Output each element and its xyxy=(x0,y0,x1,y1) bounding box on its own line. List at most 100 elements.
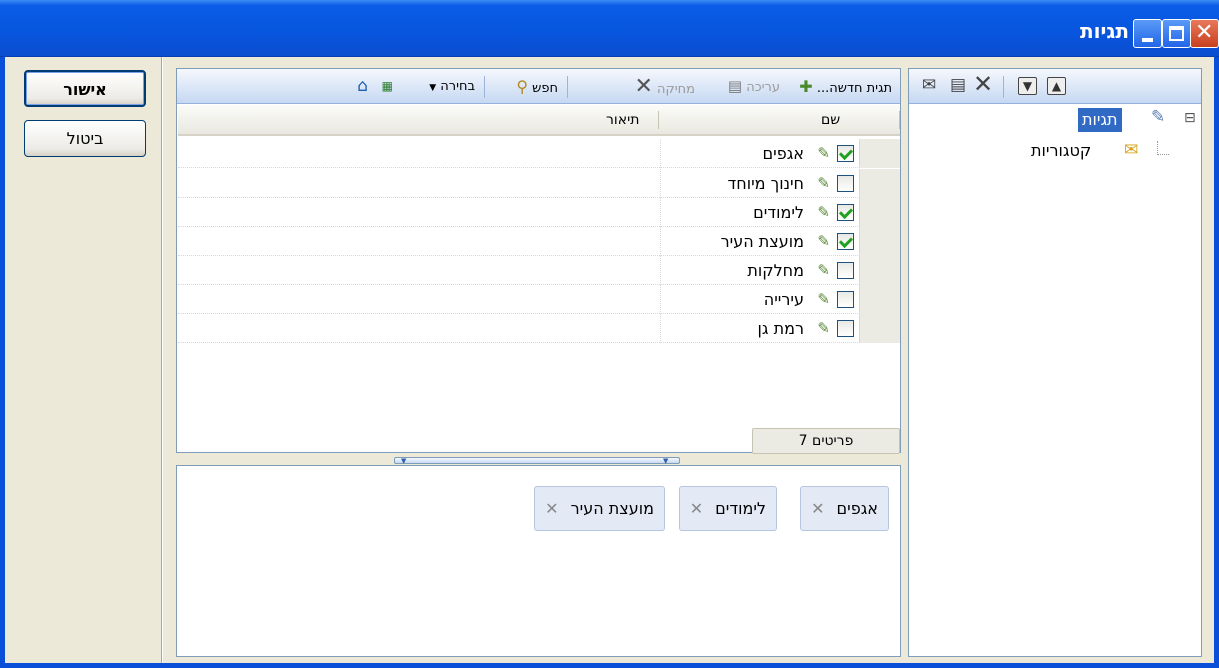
list-toolbar: תגית חדשה... ✚ עריכה ▤ מחיקה ✕ חפש ⚲ בחי… xyxy=(177,69,900,104)
list-header: שם תיאור xyxy=(178,105,900,136)
close-icon[interactable]: ✕ xyxy=(690,499,703,518)
name-cell: ✎ חינוך מיוחד xyxy=(660,169,858,198)
edit-icon[interactable]: ▤ xyxy=(948,75,968,95)
tag-add-icon: ✚ xyxy=(799,77,813,96)
table-row[interactable]: ✎ עירייה xyxy=(178,285,900,314)
row-selector[interactable] xyxy=(859,198,900,227)
delete-icon[interactable]: ✕ xyxy=(973,72,993,96)
row-selector[interactable] xyxy=(859,256,900,285)
delete-label: מחיקה xyxy=(657,82,695,97)
panel-splitter[interactable]: ▼ ▼ xyxy=(394,457,680,465)
table-row[interactable]: ✎ חינוך מיוחד xyxy=(178,169,900,198)
tag-icon: ✎ xyxy=(1151,107,1166,127)
table-row[interactable]: ✎ רמת גן xyxy=(178,314,900,343)
columns-icon[interactable]: ▦ xyxy=(382,69,393,104)
select-label: בחירה xyxy=(440,79,475,94)
chevron-down-icon: ▼ xyxy=(663,457,669,465)
name-cell: ✎ לימודים xyxy=(660,198,858,227)
close-icon[interactable]: ✕ xyxy=(545,499,558,518)
row-name: אגפים xyxy=(762,144,804,163)
cancel-button[interactable]: ביטול xyxy=(24,120,146,157)
selected-tag-chip[interactable]: לימודים ✕ xyxy=(678,486,777,531)
row-name: מחלקות xyxy=(747,261,804,280)
row-checkbox[interactable] xyxy=(837,175,854,192)
toolbar-separator xyxy=(567,76,568,98)
move-up-icon[interactable]: ▲ xyxy=(1047,77,1066,95)
tree-item-categories[interactable]: קטגוריות xyxy=(1031,141,1091,160)
row-checkbox[interactable] xyxy=(837,320,854,337)
toolbar-separator xyxy=(484,76,485,98)
tag-icon: ✎ xyxy=(817,232,830,250)
chevron-down-icon: ▼ xyxy=(401,457,407,465)
selected-tag-chip[interactable]: מועצת העיר ✕ xyxy=(534,486,665,531)
row-name: מועצת העיר xyxy=(720,232,804,251)
close-button[interactable]: ✕ xyxy=(1190,19,1219,48)
row-name: חינוך מיוחד xyxy=(727,174,804,193)
new-tag-button[interactable]: תגית חדשה... ✚ xyxy=(799,69,892,104)
window-frame: תגיות ✕ אישור ביטול תגית חדשה... ✚ עריכה… xyxy=(0,0,1219,668)
search-button[interactable]: חפש ⚲ xyxy=(516,69,558,104)
move-down-icon[interactable]: ▼ xyxy=(1018,77,1037,95)
minimize-button[interactable] xyxy=(1133,19,1162,48)
row-checkbox[interactable] xyxy=(837,262,854,279)
close-icon[interactable]: ✕ xyxy=(811,499,824,518)
row-checkbox[interactable] xyxy=(837,233,854,250)
add-tag-icon[interactable]: ✉ xyxy=(919,75,939,95)
header-separator xyxy=(658,111,659,129)
back-icon[interactable]: ⌂ xyxy=(357,69,368,104)
name-cell: ✎ רמת גן xyxy=(660,314,858,343)
selected-tags-panel: אגפים ✕ לימודים ✕ מועצת העיר ✕ xyxy=(176,465,901,657)
row-selector[interactable] xyxy=(859,285,900,314)
chip-label: לימודים xyxy=(715,499,766,518)
chip-label: אגפים xyxy=(836,499,878,518)
tree-connector xyxy=(1157,141,1158,155)
ok-button[interactable]: אישור xyxy=(24,70,146,107)
left-divider xyxy=(161,57,163,663)
row-checkbox[interactable] xyxy=(837,204,854,221)
toolbar-separator xyxy=(1003,76,1004,98)
minimize-icon xyxy=(1142,38,1153,42)
description-column-header[interactable]: תיאור xyxy=(606,105,639,136)
edit-icon: ▤ xyxy=(727,77,743,95)
table-row[interactable]: ✎ מחלקות xyxy=(178,256,900,285)
search-label: חפש xyxy=(532,81,558,96)
table-row[interactable]: ✎ לימודים xyxy=(178,198,900,227)
row-name: לימודים xyxy=(753,203,804,222)
maximize-icon xyxy=(1169,26,1184,41)
tag-icon: ✎ xyxy=(817,144,830,162)
row-selector[interactable] xyxy=(859,227,900,256)
close-icon: ✕ xyxy=(1195,20,1214,45)
row-checkbox[interactable] xyxy=(837,145,854,162)
tag-icon: ✎ xyxy=(817,290,830,308)
tag-icon: ✎ xyxy=(817,319,830,337)
title-bar[interactable]: תגיות ✕ xyxy=(0,0,1219,57)
row-name: רמת גן xyxy=(757,319,804,338)
edit-button[interactable]: עריכה ▤ xyxy=(728,69,780,104)
table-row[interactable]: ✎ מועצת העיר xyxy=(178,227,900,256)
tree-toolbar: ✉ ▤ ✕ ▼ ▲ xyxy=(909,69,1201,104)
select-dropdown[interactable]: בחירה ▼ xyxy=(429,69,475,104)
window-title: תגיות xyxy=(1079,19,1129,43)
row-selector[interactable] xyxy=(859,314,900,343)
selected-tag-chip[interactable]: אגפים ✕ xyxy=(800,486,889,531)
new-tag-label: תגית חדשה... xyxy=(816,81,892,96)
name-cell: ✎ מחלקות xyxy=(660,256,858,285)
tags-list-panel: תגית חדשה... ✚ עריכה ▤ מחיקה ✕ חפש ⚲ בחי… xyxy=(176,68,901,453)
tree-collapse-toggle[interactable]: ⊟ xyxy=(1184,110,1196,126)
tag-icon: ✎ xyxy=(817,174,830,192)
table-row[interactable]: ✎ אגפים xyxy=(178,139,900,168)
name-cell: ✎ מועצת העיר xyxy=(660,227,858,256)
folder-icon: ✉ xyxy=(1124,140,1139,160)
tag-icon: ✎ xyxy=(817,261,830,279)
chip-label: מועצת העיר xyxy=(570,499,654,518)
tree-item-tags[interactable]: תגיות xyxy=(1078,108,1122,132)
name-column-header[interactable]: שם xyxy=(821,105,840,136)
chevron-down-icon: ▼ xyxy=(429,83,437,93)
maximize-button[interactable] xyxy=(1162,19,1191,48)
row-selector[interactable] xyxy=(859,139,900,168)
row-checkbox[interactable] xyxy=(837,291,854,308)
delete-icon: ✕ xyxy=(634,74,653,99)
item-count: פריטים 7 xyxy=(752,428,900,454)
delete-button[interactable]: מחיקה ✕ xyxy=(634,69,695,104)
row-selector[interactable] xyxy=(859,169,900,198)
